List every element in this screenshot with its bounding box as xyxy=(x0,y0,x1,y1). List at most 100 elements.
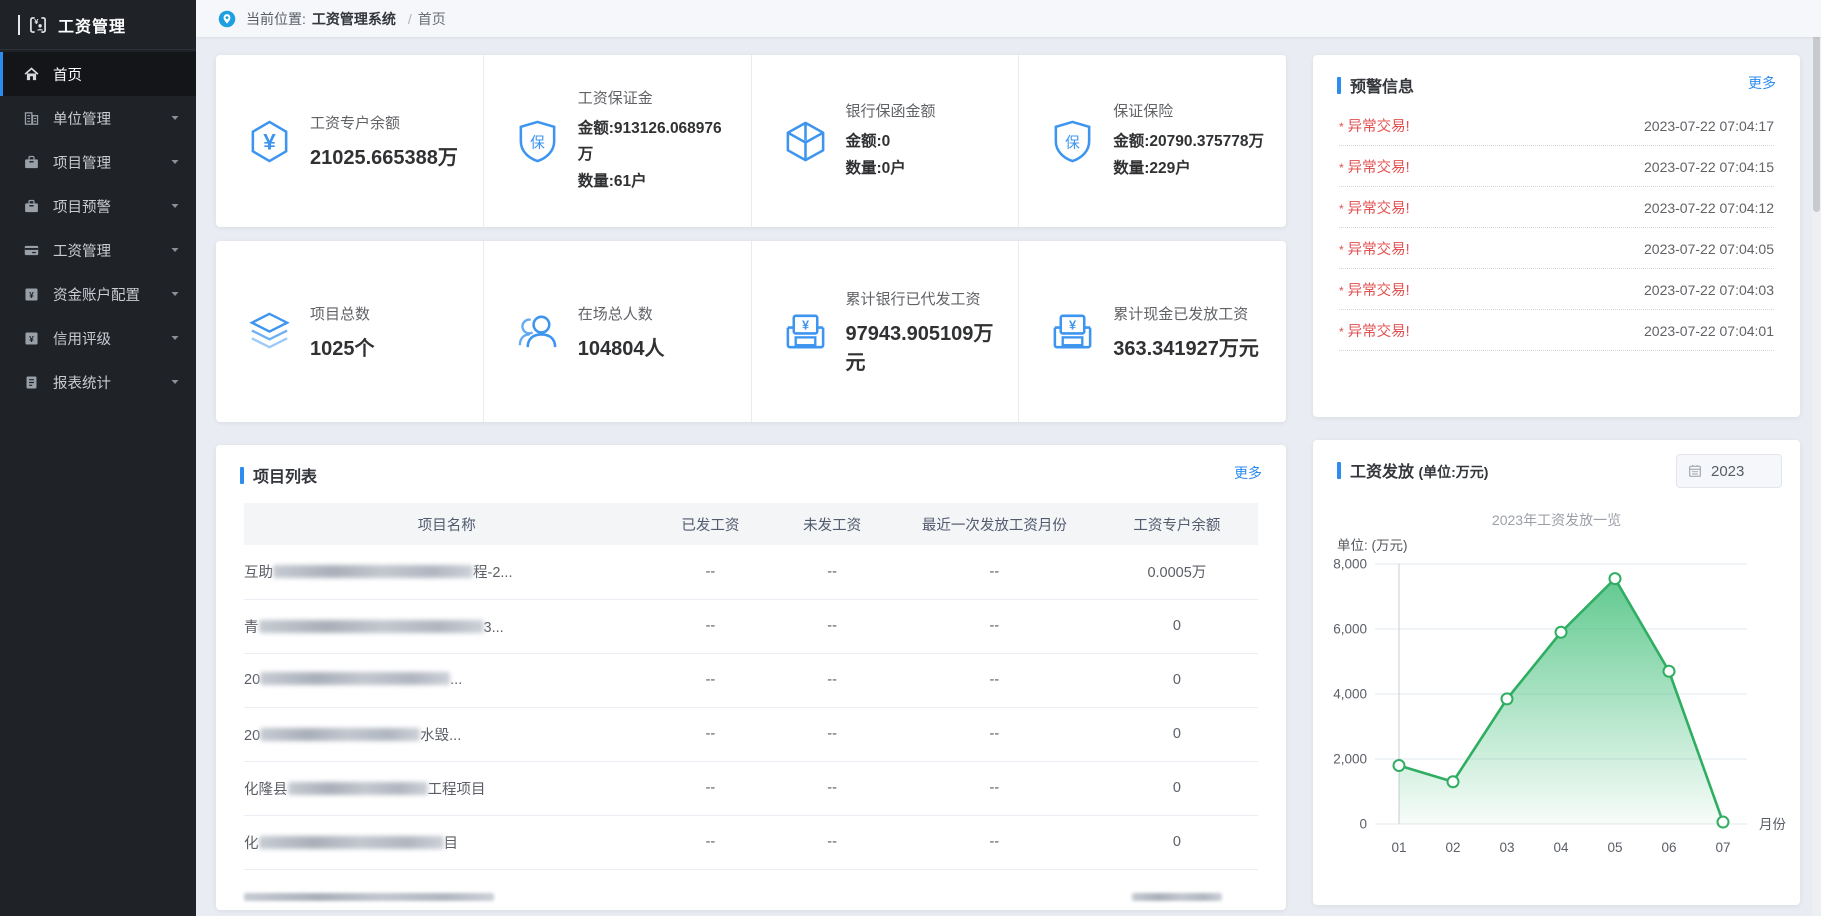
stat-subvalue: 数量:61户 xyxy=(578,169,737,195)
project-name-prefix: 青 xyxy=(244,620,259,636)
stat-subvalue: 数量:0户 xyxy=(846,156,936,182)
chevron-down-icon xyxy=(170,289,180,299)
stat-texts: 保证保险金额:20790.375778万数量:229户 xyxy=(1113,100,1278,182)
sidebar-item-5[interactable]: 工资管理 xyxy=(0,228,196,272)
project-name-suffix: 3... xyxy=(484,620,504,636)
alert-item-5[interactable]: *异常交易!2023-07-22 07:04:03 xyxy=(1339,269,1774,310)
last-month-cell xyxy=(893,869,1096,910)
project-name-link[interactable]: 青 3... xyxy=(244,620,504,636)
stat-texts: 在场总人数104804人 xyxy=(578,303,679,361)
salary-badge-icon xyxy=(28,15,48,35)
breadcrumb-prefix: 当前位置: xyxy=(246,9,306,29)
stat-cell-2-3: 累计银行已代发工资97943.905109万元 xyxy=(752,241,1020,422)
sidebar-item-2[interactable]: 单位管理 xyxy=(0,96,196,140)
table-row-7[interactable] xyxy=(244,869,1258,910)
unpaid-salary-cell xyxy=(771,869,893,910)
bankcard-icon xyxy=(23,242,40,259)
data-point-04 xyxy=(1556,627,1567,638)
alert-item-1[interactable]: *异常交易!2023-07-22 07:04:17 xyxy=(1339,105,1774,146)
redacted-project-name xyxy=(260,672,450,685)
last-month-cell: -- xyxy=(893,707,1096,761)
project-list-more-link[interactable]: 更多 xyxy=(1234,463,1262,483)
table-row-3[interactable]: 20...------0 xyxy=(244,653,1258,707)
project-name-suffix: 目 xyxy=(444,836,459,852)
project-name-link[interactable]: 20水毁... xyxy=(244,728,461,744)
project-name-link[interactable]: 互助程-2... xyxy=(244,565,512,581)
alert-item-6[interactable]: *异常交易!2023-07-22 07:04:01 xyxy=(1339,310,1774,351)
sidebar-item-6[interactable]: 资金账户配置 xyxy=(0,272,196,316)
x-axis-name: 月份 xyxy=(1759,817,1787,832)
x-tick-label: 02 xyxy=(1445,840,1460,855)
project-name-link[interactable]: 化隆县工程项目 xyxy=(244,782,486,798)
yen-square-icon xyxy=(23,330,40,347)
project-table-header-row: 项目名称已发工资未发工资最近一次发放工资月份工资专户余额 xyxy=(244,503,1258,545)
chevron-down-icon xyxy=(170,245,180,255)
title-accent-bar xyxy=(1337,462,1341,479)
paid-salary-cell: -- xyxy=(650,815,772,869)
sidebar-item-label: 项目预警 xyxy=(53,196,170,217)
project-name-link[interactable]: 20... xyxy=(244,672,462,688)
project-name-suffix: 工程项目 xyxy=(428,782,486,798)
alert-item-2[interactable]: *异常交易!2023-07-22 07:04:15 xyxy=(1339,146,1774,187)
table-row-2[interactable]: 青3...------0 xyxy=(244,599,1258,653)
table-row-6[interactable]: 化目------0 xyxy=(244,815,1258,869)
table-row-1[interactable]: 互助程-2...------0.0005万 xyxy=(244,545,1258,599)
account-balance-cell xyxy=(1096,869,1258,910)
chevron-down-icon xyxy=(170,157,180,167)
paid-salary-cell: -- xyxy=(650,707,772,761)
breadcrumb-root[interactable]: 工资管理系统 xyxy=(312,9,396,29)
hexagon-yen-icon xyxy=(246,118,293,165)
account-balance-cell: 0 xyxy=(1096,599,1258,653)
sidebar-item-label: 资金账户配置 xyxy=(53,284,170,305)
table-row-4[interactable]: 20水毁...------0 xyxy=(244,707,1258,761)
x-tick-label: 01 xyxy=(1391,840,1406,855)
last-month-cell: -- xyxy=(893,815,1096,869)
y-axis-unit-label: 单位: (万元) xyxy=(1337,538,1408,553)
sidebar-item-4[interactable]: 项目预警 xyxy=(0,184,196,228)
sidebar-menu: 首页单位管理项目管理项目预警工资管理资金账户配置信用评级报表统计 xyxy=(0,50,196,404)
alert-item-4[interactable]: *异常交易!2023-07-22 07:04:05 xyxy=(1339,228,1774,269)
home-icon xyxy=(23,66,40,83)
alert-text: *异常交易! xyxy=(1339,115,1410,136)
app-logo: 工资管理 xyxy=(0,0,196,50)
logo-divider xyxy=(18,15,20,35)
sidebar-item-3[interactable]: 项目管理 xyxy=(0,140,196,184)
stat-label: 保证保险 xyxy=(1113,100,1264,121)
alert-item-3[interactable]: *异常交易!2023-07-22 07:04:12 xyxy=(1339,187,1774,228)
stat-label: 工资保证金 xyxy=(578,87,737,108)
salary-chart-title-text: 工资发放 xyxy=(1350,464,1414,481)
y-tick-label: 4,000 xyxy=(1333,687,1367,702)
year-selector[interactable]: 2023 xyxy=(1676,454,1782,488)
stat-cell-2-1: 项目总数1025个 xyxy=(216,241,484,422)
table-row-5[interactable]: 化隆县工程项目------0 xyxy=(244,761,1258,815)
stat-cell-1-1: 工资专户余额21025.665388万 xyxy=(216,55,484,227)
stat-cell-1-3: 银行保函金额金额:0数量:0户 xyxy=(752,55,1020,227)
report-icon xyxy=(23,374,40,391)
sidebar-item-label: 单位管理 xyxy=(53,108,170,129)
project-name-link[interactable] xyxy=(244,888,494,904)
stat-label: 在场总人数 xyxy=(578,303,665,324)
alert-item-7[interactable]: *异常交易!2023-07-22 07:03:50 xyxy=(1339,351,1774,353)
alert-star-icon: * xyxy=(1339,243,1344,257)
breadcrumb-current[interactable]: 首页 xyxy=(418,9,446,29)
salary-chart-card: 工资发放 (单位:万元) 2023 2023年工资发放一览 单位: (万元)02… xyxy=(1313,440,1800,905)
project-name-link[interactable]: 化目 xyxy=(244,836,458,852)
alerts-header: 预警信息 更多 xyxy=(1313,55,1800,97)
sidebar-item-7[interactable]: 信用评级 xyxy=(0,316,196,360)
alert-timestamp: 2023-07-22 07:04:12 xyxy=(1644,200,1774,216)
alert-star-icon: * xyxy=(1339,120,1344,134)
last-month-cell: -- xyxy=(893,653,1096,707)
stat-texts: 累计现金已发放工资363.341927万元 xyxy=(1113,303,1273,361)
sidebar: 工资管理 首页单位管理项目管理项目预警工资管理资金账户配置信用评级报表统计 xyxy=(0,0,196,916)
sidebar-item-1[interactable]: 首页 xyxy=(0,52,196,96)
stat-subvalue: 数量:229户 xyxy=(1113,156,1264,182)
project-table: 项目名称已发工资未发工资最近一次发放工资月份工资专户余额 互助程-2...---… xyxy=(244,503,1258,910)
users-icon xyxy=(514,308,561,355)
cube-icon xyxy=(782,118,829,165)
sidebar-item-8[interactable]: 报表统计 xyxy=(0,360,196,404)
alerts-more-link[interactable]: 更多 xyxy=(1748,73,1776,93)
paid-salary-cell: -- xyxy=(650,653,772,707)
y-tick-label: 2,000 xyxy=(1333,752,1367,767)
project-list-card: 项目列表 更多 项目名称已发工资未发工资最近一次发放工资月份工资专户余额 互助程… xyxy=(216,445,1286,910)
sidebar-item-label: 项目管理 xyxy=(53,152,170,173)
